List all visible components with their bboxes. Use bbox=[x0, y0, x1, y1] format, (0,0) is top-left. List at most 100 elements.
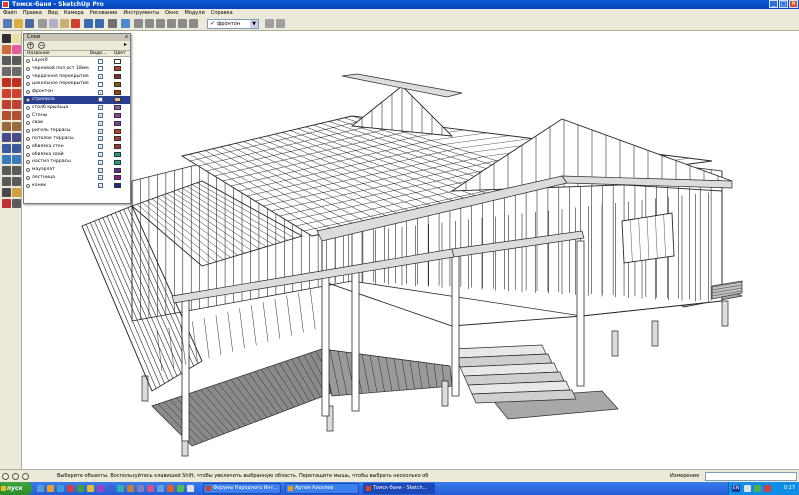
rectangle-icon[interactable] bbox=[2, 56, 11, 65]
paint-bucket-icon[interactable] bbox=[2, 45, 11, 54]
layer-row[interactable]: ригель террасы ✓ bbox=[24, 127, 130, 135]
layer-visible-checkbox[interactable] bbox=[98, 97, 103, 103]
circle-icon[interactable] bbox=[2, 67, 11, 76]
paste-icon[interactable] bbox=[60, 19, 69, 28]
layer-row[interactable]: стропила bbox=[24, 95, 130, 104]
measurements-input[interactable] bbox=[705, 472, 797, 481]
layer-name[interactable]: потолок террасы bbox=[32, 135, 74, 143]
layer-name[interactable]: конек bbox=[32, 182, 46, 190]
active-layer-radio[interactable] bbox=[26, 74, 30, 79]
layer-row[interactable]: потолок террасы ✓ bbox=[24, 135, 130, 143]
layer-name[interactable]: чердачное перекрытие bbox=[32, 73, 89, 81]
quicklaunch-icon-8[interactable] bbox=[107, 485, 114, 492]
active-layer-radio[interactable] bbox=[26, 168, 30, 173]
layer-visible-checkbox[interactable]: ✓ bbox=[98, 144, 103, 150]
make-component-icon[interactable] bbox=[12, 34, 21, 43]
layer-color-swatch[interactable] bbox=[114, 128, 121, 134]
walk-icon[interactable] bbox=[12, 188, 21, 197]
front-view-icon[interactable] bbox=[156, 19, 165, 28]
layer-visible-checkbox[interactable]: ✓ bbox=[98, 113, 103, 119]
layer-row[interactable]: столб крыльца ✓ bbox=[24, 104, 130, 112]
menu-item-0[interactable]: Файл bbox=[3, 9, 17, 17]
layer-name[interactable]: настил террасы bbox=[32, 158, 71, 166]
menu-item-3[interactable]: Камера bbox=[64, 9, 84, 17]
layer-row[interactable]: чердачное перекрытие ✓ bbox=[24, 73, 130, 81]
chevron-down-icon[interactable]: ▼ bbox=[250, 20, 258, 28]
quicklaunch-icon-4[interactable] bbox=[67, 485, 74, 492]
move-icon[interactable] bbox=[2, 89, 11, 98]
print-icon[interactable] bbox=[108, 19, 117, 28]
layer-color-swatch[interactable] bbox=[114, 58, 121, 64]
layer-visible-checkbox[interactable]: ✓ bbox=[98, 74, 103, 80]
layer-color-swatch[interactable] bbox=[114, 105, 121, 111]
layer-name[interactable]: мауэрлат bbox=[32, 166, 55, 174]
credits-icon[interactable] bbox=[12, 473, 19, 480]
layer-color-swatch[interactable] bbox=[114, 167, 121, 173]
3d-text-icon[interactable] bbox=[12, 144, 21, 153]
active-layer-radio[interactable] bbox=[26, 121, 30, 126]
active-layer-radio[interactable] bbox=[26, 97, 30, 102]
active-layer-radio[interactable] bbox=[26, 59, 30, 63]
active-layer-radio[interactable] bbox=[26, 183, 30, 188]
geo-location-icon[interactable] bbox=[2, 473, 9, 480]
layer-row[interactable]: Стены ✓ bbox=[24, 112, 130, 120]
layer-color-swatch[interactable] bbox=[114, 159, 121, 165]
layer-visible-checkbox[interactable]: ✓ bbox=[98, 152, 103, 158]
scene-prev-icon[interactable] bbox=[265, 19, 274, 28]
show-desktop-icon[interactable] bbox=[37, 485, 44, 492]
taskbar-task[interactable]: Артем Киселев bbox=[285, 483, 359, 494]
quicklaunch-icon-5[interactable] bbox=[77, 485, 84, 492]
panel-details-icon[interactable]: ▸ bbox=[122, 42, 129, 49]
layer-row[interactable]: Layer0 bbox=[24, 57, 130, 65]
quicklaunch-icon-13[interactable] bbox=[157, 485, 164, 492]
layer-color-swatch[interactable] bbox=[114, 152, 121, 158]
layers-panel-title-bar[interactable]: Слои x bbox=[24, 34, 130, 41]
push-pull-icon[interactable] bbox=[12, 89, 21, 98]
active-layer-radio[interactable] bbox=[26, 82, 30, 87]
copy-icon[interactable] bbox=[49, 19, 58, 28]
layer-name[interactable]: обвязка стен bbox=[32, 143, 64, 151]
quicklaunch-icon-15[interactable] bbox=[177, 485, 184, 492]
zoom-extents-icon[interactable] bbox=[2, 177, 11, 186]
model-info-icon[interactable] bbox=[121, 19, 130, 28]
start-button[interactable]: пуск bbox=[0, 482, 32, 495]
layer-color-swatch[interactable] bbox=[114, 144, 121, 150]
model-viewport[interactable] bbox=[22, 31, 799, 469]
menu-item-2[interactable]: Вид bbox=[48, 9, 58, 17]
erase-icon[interactable] bbox=[71, 19, 80, 28]
section-plane-icon[interactable] bbox=[12, 199, 21, 208]
layer-color-swatch[interactable] bbox=[114, 89, 121, 95]
layer-name[interactable]: обвязка свай bbox=[32, 151, 64, 159]
scale-icon[interactable] bbox=[2, 111, 11, 120]
minimize-button[interactable]: _ bbox=[769, 0, 778, 8]
menu-item-1[interactable]: Правка bbox=[23, 9, 42, 17]
axes-icon[interactable] bbox=[2, 144, 11, 153]
left-view-icon[interactable] bbox=[189, 19, 198, 28]
language-indicator[interactable]: EN bbox=[732, 485, 740, 492]
previous-view-icon[interactable] bbox=[12, 177, 21, 186]
scene-dropdown[interactable]: ✓ фронтон ▼ bbox=[207, 19, 259, 29]
zoom-window-icon[interactable] bbox=[12, 166, 21, 175]
tray-icon-3[interactable] bbox=[764, 485, 771, 492]
layer-color-swatch[interactable] bbox=[114, 74, 121, 80]
layer-visible-checkbox[interactable]: ✓ bbox=[98, 105, 103, 111]
layer-row[interactable]: черновой пол ост 18мм bbox=[24, 65, 130, 73]
rotate-icon[interactable] bbox=[2, 100, 11, 109]
follow-me-icon[interactable] bbox=[12, 100, 21, 109]
taskbar-task[interactable]: Томск-баня - Sketch... bbox=[363, 483, 435, 494]
layer-row[interactable]: настил террасы ✓ bbox=[24, 158, 130, 166]
menu-item-8[interactable]: Справка bbox=[211, 9, 233, 17]
protractor-icon[interactable] bbox=[2, 133, 11, 142]
text-icon[interactable] bbox=[12, 133, 21, 142]
layer-row[interactable]: обвязка стен ✓ bbox=[24, 143, 130, 151]
active-layer-radio[interactable] bbox=[26, 129, 30, 134]
scene-update-icon[interactable] bbox=[276, 19, 285, 28]
layer-row[interactable]: конек ✓ bbox=[24, 182, 130, 190]
polygon-icon[interactable] bbox=[2, 78, 11, 87]
close-icon[interactable]: x bbox=[125, 34, 128, 41]
layer-name[interactable]: Стены bbox=[32, 112, 47, 120]
quicklaunch-icon-10[interactable] bbox=[127, 485, 134, 492]
layer-visible-checkbox[interactable]: ✓ bbox=[98, 167, 103, 173]
browser-quicklaunch-icon[interactable] bbox=[47, 485, 54, 492]
layer-visible-checkbox[interactable]: ✓ bbox=[98, 128, 103, 134]
